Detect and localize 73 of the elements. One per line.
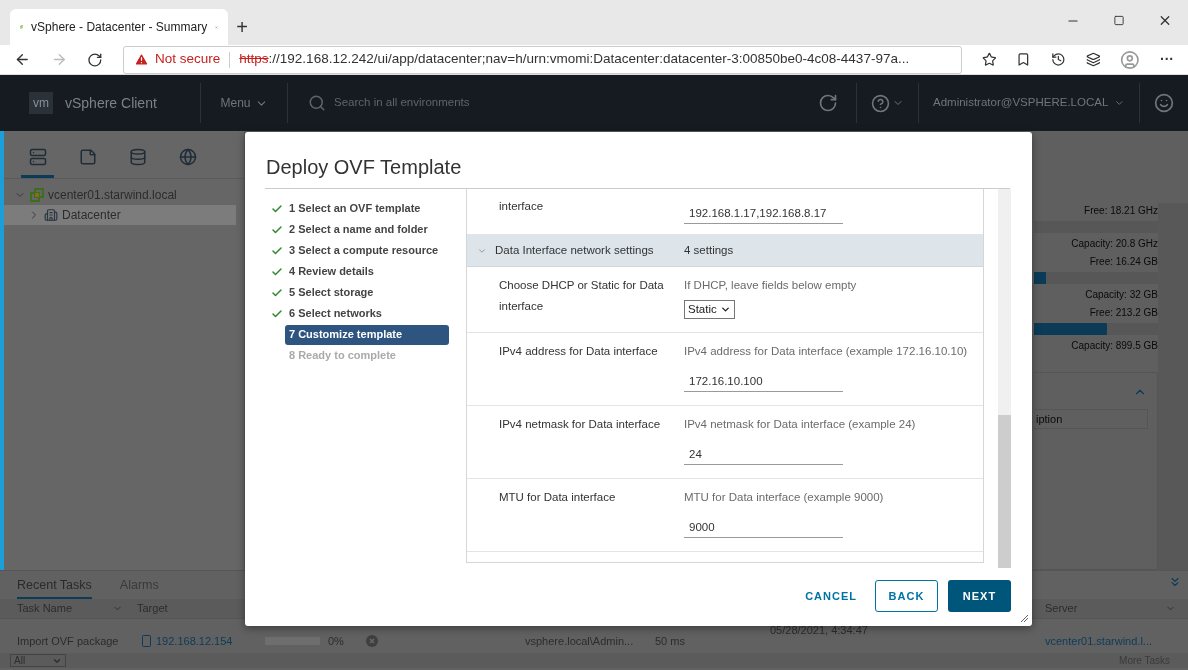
wizard-step[interactable]: 6 Select networks [285,303,386,324]
input-field[interactable]: 9000 [684,518,843,538]
dialog-button[interactable]: NEXT [948,580,1011,612]
warning-icon [134,52,150,67]
setting-label: MTU for Data interface [499,491,616,503]
app-title: vSphere Client [65,93,157,113]
setting-description: IPv4 address for Data interface (example 172.16.10.10) [684,344,968,359]
table-header: iption [1034,409,1148,429]
bookmark-icon[interactable] [1016,52,1031,67]
free-label: Free: 16.24 GB [1089,255,1158,269]
help-icon [871,93,890,113]
more-menu[interactable]: ··· [1160,49,1174,70]
resize-grip-icon[interactable] [1021,615,1028,622]
database-icon [128,147,147,166]
vcenter-icon [30,188,44,202]
search-icon [308,94,326,112]
new-tab-button[interactable]: + [228,9,256,45]
smiley-icon[interactable] [1154,93,1174,113]
check-icon [271,265,283,278]
url-text: https://192.168.12.242/ui/app/datacenter;nav=h/urn:vmomi:Datacenter:datacenter-3:00850be0-4c08-4437-97a... [239,50,910,69]
capacity-label: Capacity: 32 GB [1085,288,1158,302]
check-icon [271,286,283,299]
settings-group-header[interactable]: Data Interface network settings 4 settings [467,235,983,267]
globe-icon [178,147,197,166]
setting-label: IPv4 netmask for Data interface [499,418,661,430]
wizard-step[interactable]: 3 Select a compute resource [285,240,443,261]
star-icon[interactable] [981,52,997,67]
address-field[interactable]: Not secure https://192.168.12.242/ui/app/datacenter;nav=h/urn:vmomi:Datacenter:datacenter-3:00850be0-4c08-4437-97a... [123,45,962,74]
reload-icon[interactable] [87,51,104,68]
layers-icon[interactable] [1085,52,1101,67]
menu-button[interactable]: Menu [201,94,287,112]
input-field[interactable]: 172.16.10.100 [684,372,843,392]
device-icon [142,634,151,647]
dropdown[interactable]: Static [684,300,735,319]
dialog-button[interactable]: CANCEL [797,580,865,612]
input-field[interactable]: 192.168.1.17,192.168.8.17 [684,204,843,224]
note-icon [78,147,97,166]
back-icon[interactable] [14,51,31,68]
check-icon [271,307,283,320]
setting-label: Choose DHCP or Static for Data interface [499,279,664,312]
wizard-step[interactable]: 5 Select storage [285,282,378,303]
wizard-step[interactable]: 2 Select a name and folder [285,219,432,240]
history-icon[interactable] [1051,52,1066,67]
tab-title: vSphere - Datacenter - Summary [31,19,208,36]
setting-label: IPv4 address for Data interface [499,345,658,357]
logo: vm [29,92,53,114]
free-label: Free: 18.21 GHz [1084,204,1158,218]
check-icon [271,244,283,257]
group-label: Data Interface network settings [495,244,654,256]
setting-description: If DHCP, leave fields below empty [684,278,857,293]
wizard-step[interactable]: 4 Review details [285,261,378,282]
building-icon [44,208,58,222]
free-label: Free: 213.2 GB [1089,306,1158,320]
user-menu[interactable]: Administrator@VSPHERE.LOCAL [919,94,1139,112]
browser-tab[interactable]: vSphere - Datacenter - Summary [10,9,228,45]
avatar-icon[interactable] [1120,49,1140,70]
setting-label: interface [499,200,544,212]
dialog-title: Deploy OVF Template [266,156,462,178]
chevron-icon [719,304,731,315]
group-summary: 4 settings [684,243,734,258]
input-field[interactable]: 24 [684,445,843,465]
dialog-button[interactable]: BACK [875,580,938,612]
server-icon [28,147,47,166]
scrollbar-thumb[interactable] [998,415,1011,568]
capacity-label: Capacity: 20.8 GHz [1071,237,1158,251]
setting-description: IPv4 netmask for Data interface (example 24) [684,417,916,432]
check-icon [271,202,283,215]
check-icon [271,223,283,236]
setting-description: MTU for Data interface (example 9000) [684,490,884,505]
capacity-label: Capacity: 899.5 GB [1071,339,1158,353]
wizard-step[interactable]: 1 Select an OVF template [285,198,425,219]
wizard-step[interactable]: 7 Customize template [285,324,449,345]
security-label: Not secure [155,50,221,69]
